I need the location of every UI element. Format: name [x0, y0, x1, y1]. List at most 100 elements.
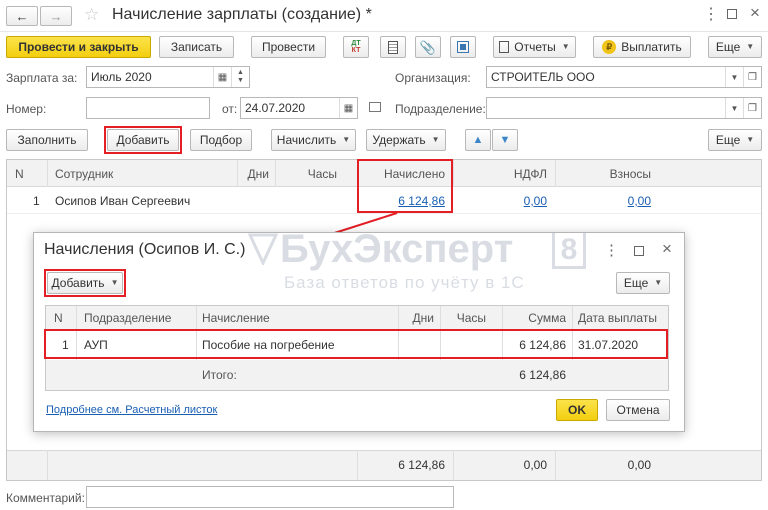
number-field[interactable]	[86, 97, 210, 119]
col-divider	[453, 160, 454, 187]
dialog-add-highlight	[44, 269, 126, 297]
spinner-icon[interactable]: ▲ ▼	[231, 67, 249, 87]
dialog-title: Начисления (Осипов И. С.)	[44, 241, 246, 258]
withhold-button[interactable]: Удержать ▼	[366, 129, 446, 151]
accruals-dialog: БухЭксперт 8 База ответов по учёту в 1С …	[33, 232, 685, 432]
dropdown-icon[interactable]: ▼	[725, 67, 743, 87]
dt-kt-icon: ДТ КТ	[351, 40, 361, 54]
dialog-more-menu-icon[interactable]: ⋮	[604, 241, 619, 259]
dialog-more-button[interactable]: Еще ▼	[616, 272, 670, 294]
move-up-button[interactable]: ▲	[465, 129, 491, 151]
col-divider	[555, 160, 556, 187]
arrow-down-icon: ▼	[499, 133, 511, 146]
structure-button[interactable]	[450, 36, 476, 58]
paperclip-icon: 📎	[419, 39, 437, 55]
date-value: 24.07.2020	[245, 101, 306, 115]
col-divider	[47, 450, 48, 480]
withhold-label: Удержать	[372, 133, 426, 147]
comment-field[interactable]	[86, 486, 454, 508]
dt-kt-button[interactable]: ДТ КТ	[343, 36, 369, 58]
chevron-down-icon: ▼	[654, 278, 663, 287]
close-icon[interactable]: ×	[750, 3, 760, 23]
number-label: Номер:	[6, 102, 47, 116]
comment-label: Комментарий:	[6, 491, 85, 505]
more-label: Еще	[715, 40, 741, 54]
chevron-down-icon: ▼	[561, 42, 570, 51]
total-accrued: 6 124,86	[398, 458, 445, 472]
dlg-total-sum: 6 124,86	[519, 368, 566, 382]
maximize-icon[interactable]	[727, 9, 737, 19]
dlg-header-pay-date: Дата выплаты	[578, 311, 657, 325]
watermark-shield-icon	[248, 233, 278, 265]
reports-button[interactable]: Отчеты ▼	[493, 36, 576, 58]
salary-for-value: Июль 2020	[91, 70, 152, 84]
salary-for-label: Зарплата за:	[6, 71, 78, 85]
dialog-maximize-icon[interactable]	[634, 246, 644, 256]
chevron-down-icon: ▼	[746, 42, 755, 51]
organization-field[interactable]: СТРОИТЕЛЬ ООО ▼ ❒	[486, 66, 762, 88]
header-n: N	[15, 167, 24, 181]
row-employee: Осипов Иван Сергеевич	[55, 194, 191, 208]
payslip-link[interactable]: Подробнее см. Расчетный листок	[46, 404, 217, 416]
accrue-label: Начислить	[276, 133, 337, 147]
reports-icon	[499, 41, 510, 53]
document-icon	[388, 40, 398, 54]
row-ndfl-link[interactable]: 0,00	[455, 194, 547, 208]
division-field[interactable]: ▼ ❒	[486, 97, 762, 119]
table-more-label: Еще	[715, 133, 741, 147]
row-contributions-link[interactable]: 0,00	[557, 194, 651, 208]
col-divider	[275, 160, 276, 187]
watermark-brand: БухЭксперт	[280, 232, 514, 271]
hierarchy-icon	[457, 41, 469, 53]
watermark-digit: 8	[552, 233, 586, 269]
attach-button[interactable]: 📎	[415, 36, 441, 58]
date-from-label: от:	[222, 102, 238, 116]
date-field[interactable]: 24.07.2020 ▦	[240, 97, 358, 119]
salary-for-field[interactable]: Июль 2020 ▦ ▲ ▼	[86, 66, 250, 88]
comment-history-icon[interactable]	[369, 102, 381, 112]
ok-button[interactable]: OK	[556, 399, 598, 421]
post-and-close-button[interactable]: Провести и закрыть	[6, 36, 151, 58]
dialog-row-highlight	[44, 329, 668, 359]
move-down-button[interactable]: ▼	[492, 129, 518, 151]
forward-button[interactable]: →	[40, 6, 72, 26]
arrow-left-icon: ←	[15, 8, 29, 24]
dlg-header-division: Подразделение	[84, 311, 172, 325]
col-divider	[237, 160, 238, 187]
selection-button[interactable]: Подбор	[190, 129, 252, 151]
more-menu-icon[interactable]: ⋮	[703, 4, 719, 24]
window-title: Начисление зарплаты (создание) *	[112, 6, 372, 23]
header-contributions: Взносы	[609, 167, 651, 181]
arrow-right-icon: →	[49, 8, 63, 24]
dlg-header-hours: Часы	[456, 311, 486, 325]
watermark-tagline: База ответов по учёту в 1С	[284, 273, 525, 292]
cancel-button[interactable]: Отмена	[606, 399, 670, 421]
open-icon[interactable]: ❒	[743, 98, 761, 118]
favorite-star-icon[interactable]: ☆	[84, 5, 99, 25]
calendar-icon[interactable]: ▦	[339, 98, 357, 118]
report-button[interactable]	[380, 36, 406, 58]
chevron-down-icon: ▼	[342, 135, 351, 144]
open-icon[interactable]: ❒	[743, 67, 761, 87]
dialog-table-footer	[46, 360, 668, 390]
coin-icon: ₽	[602, 40, 617, 54]
arrow-up-icon: ▲	[472, 133, 484, 146]
pay-button[interactable]: ₽ Выплатить	[593, 36, 691, 58]
table-more-button[interactable]: Еще ▼	[708, 129, 762, 151]
fill-button[interactable]: Заполнить	[6, 129, 88, 151]
total-contributions: 0,00	[627, 458, 651, 472]
row-n: 1	[33, 194, 40, 208]
dialog-close-icon[interactable]: ×	[662, 239, 672, 259]
more-button[interactable]: Еще ▼	[708, 36, 762, 58]
save-button[interactable]: Записать	[159, 36, 234, 58]
dropdown-icon[interactable]: ▼	[725, 98, 743, 118]
dlg-header-accrual: Начисление	[202, 311, 270, 325]
total-ndfl: 0,00	[523, 458, 547, 472]
dlg-header-n: N	[54, 311, 63, 325]
accrue-button[interactable]: Начислить ▼	[271, 129, 356, 151]
calendar-icon[interactable]: ▦	[213, 67, 231, 87]
back-button[interactable]: ←	[6, 6, 38, 26]
post-button[interactable]: Провести	[251, 36, 326, 58]
header-ndfl: НДФЛ	[513, 167, 547, 181]
chevron-down-icon: ▼	[746, 135, 755, 144]
